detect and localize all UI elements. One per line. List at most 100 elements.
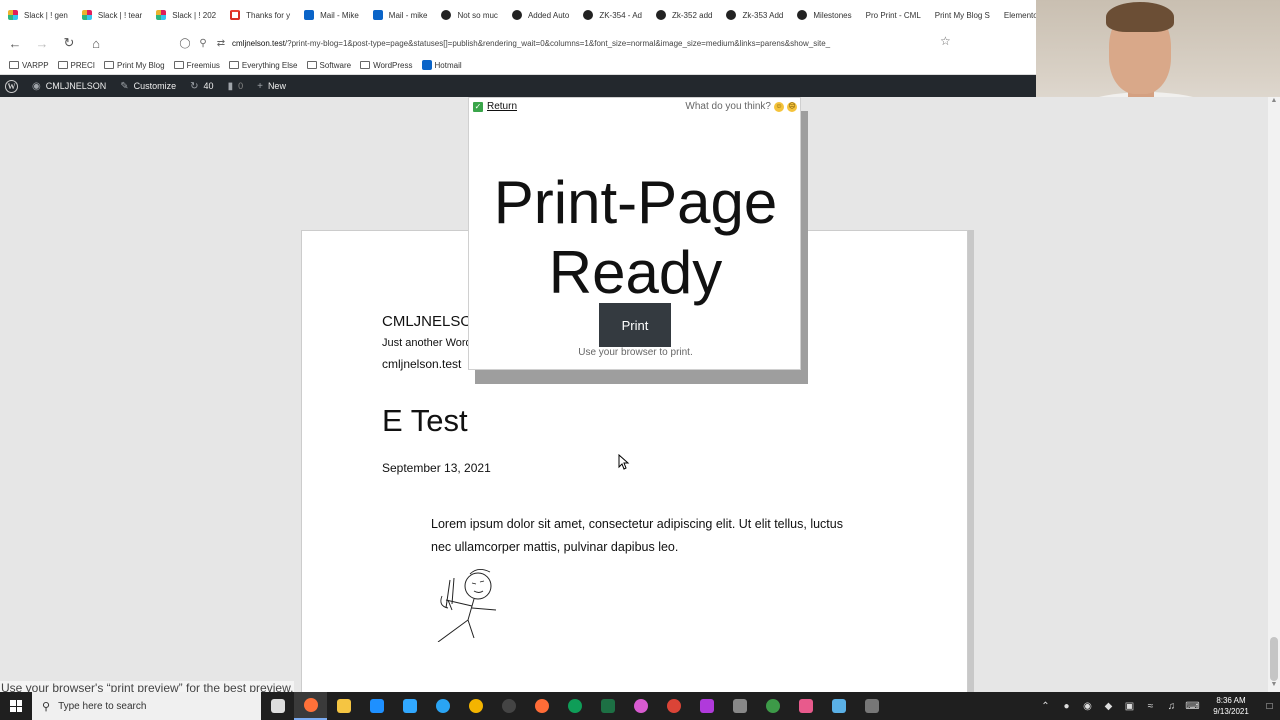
browser-tab[interactable]: Zk-352 add	[648, 0, 718, 30]
browser-tab[interactable]: Elementor	[996, 0, 1036, 30]
browser-nav-bar: ← → ↻ ⌂ ◯ ⚲ ⇄ cmljnelson.test/?print-my-…	[0, 30, 1036, 56]
github-icon	[797, 10, 808, 20]
admin-site-link[interactable]: ◉ CMLJNELSON	[32, 81, 106, 92]
taskbar-search-placeholder: Type here to search	[58, 700, 147, 712]
chrome-tray-icon[interactable]: ◉	[1077, 701, 1098, 712]
browser-tab[interactable]: Added Auto	[504, 0, 575, 30]
photoshop-taskbar-icon[interactable]	[393, 692, 426, 720]
browser-tab[interactable]: Mail - mike	[365, 0, 434, 30]
excel-icon	[600, 699, 615, 713]
browser-tab[interactable]: Print My Blog S	[927, 0, 996, 30]
browser-tab-bar: Slack | ! gen Slack | ! tear Slack | ! 202…	[0, 0, 1036, 30]
browser-tab-label: Thanks for y	[246, 10, 291, 20]
network-taskbar-icon[interactable]	[822, 692, 855, 720]
chrome-canary-taskbar-icon[interactable]	[459, 692, 492, 720]
phpstorm-taskbar-icon[interactable]	[690, 692, 723, 720]
browser-tab[interactable]: Slack | ! tear	[74, 0, 148, 30]
keyboard-icon[interactable]: ⌨	[1182, 701, 1203, 712]
scroll-up-icon[interactable]: ▲	[1268, 97, 1280, 104]
bookmark-item[interactable]: VARPP	[9, 61, 49, 70]
permissions-icon[interactable]: ⇄	[214, 38, 228, 49]
admin-updates-link[interactable]: ↻ 40	[190, 81, 213, 92]
notepad-taskbar-icon[interactable]	[789, 692, 822, 720]
bookmark-item[interactable]: PRECI	[57, 61, 95, 70]
wifi-icon[interactable]: ≈	[1140, 701, 1161, 712]
admin-comments-link[interactable]: ▮ 0	[228, 81, 244, 92]
slack-icon	[81, 10, 92, 20]
edge-legacy-taskbar-icon[interactable]	[360, 692, 393, 720]
bookmark-item[interactable]: Software	[306, 61, 351, 70]
happy-emoji-icon[interactable]: ☺	[774, 101, 784, 112]
browser-tab-label: Slack | ! tear	[97, 10, 143, 20]
app-tray-icon[interactable]: ▣	[1119, 701, 1140, 712]
mouse-cursor-icon	[618, 454, 630, 470]
chrome-taskbar-icon[interactable]	[657, 692, 690, 720]
bookmark-item[interactable]: Hotmail	[421, 60, 462, 70]
obs-taskbar-icon[interactable]	[492, 692, 525, 720]
post-date: September 13, 2021	[382, 461, 491, 475]
bookmark-star-icon[interactable]: ☆	[940, 34, 951, 48]
url-text[interactable]: cmljnelson.test/?print-my-blog=1&post-ty…	[232, 39, 932, 48]
browser-tab[interactable]: Zk-353 Add	[718, 0, 789, 30]
clock[interactable]: 8:36 AM 9/13/2021	[1203, 695, 1259, 717]
browser-tab-label: Pro Print - CML	[865, 10, 921, 20]
dropbox-icon[interactable]: ◆	[1098, 701, 1119, 712]
browser-tab-label: Zk-353 Add	[742, 10, 784, 20]
back-button[interactable]: ←	[3, 31, 27, 55]
admin-customize-link[interactable]: ✎ Customize	[120, 81, 176, 92]
bookmark-item[interactable]: Everything Else	[228, 61, 298, 70]
wordpress-logo-icon[interactable]: W	[5, 79, 18, 93]
browser-tab-label: Mail - Mike	[320, 10, 359, 20]
browser-tab[interactable]: Slack | ! gen	[0, 0, 74, 30]
clock-time: 8:36 AM	[1216, 696, 1246, 705]
forward-button[interactable]: →	[30, 31, 54, 55]
browser-tab[interactable]: Milestones	[789, 0, 857, 30]
bookmark-item[interactable]: Print My Blog	[103, 61, 165, 70]
excel-taskbar-icon[interactable]	[591, 692, 624, 720]
browser-tab[interactable]: Pro Print - CML	[858, 0, 927, 30]
start-button[interactable]	[0, 692, 32, 720]
taskbar-search[interactable]: ⚲ Type here to search	[32, 692, 261, 720]
scroll-down-icon[interactable]: ▼	[1268, 681, 1280, 688]
notifications-icon[interactable]: □	[1259, 701, 1280, 712]
browser-tab[interactable]: Thanks for y	[222, 0, 296, 30]
sad-emoji-icon[interactable]: ☹	[787, 101, 797, 112]
browser-tab[interactable]: Not so muc	[433, 0, 503, 30]
volume-icon[interactable]: ♫	[1161, 701, 1182, 712]
books-taskbar-icon[interactable]	[723, 692, 756, 720]
show-hidden-icons[interactable]: ⌃	[1035, 701, 1056, 712]
page-viewport: CMLJNELSON Just another WordPress site c…	[0, 97, 1268, 700]
return-link[interactable]: ✓ Return	[473, 101, 517, 112]
file-explorer-taskbar-icon[interactable]	[327, 692, 360, 720]
browser-tab[interactable]: Slack | ! 202	[148, 0, 222, 30]
edge-taskbar-icon[interactable]	[558, 692, 591, 720]
itunes-taskbar-icon[interactable]	[624, 692, 657, 720]
browser-tab-label: Slack | ! 202	[172, 10, 217, 20]
print-hint: Use your browser to print.	[578, 347, 693, 358]
page-scrollbar[interactable]: ▲ ▼	[1268, 97, 1280, 692]
lock-icon[interactable]: ⚲	[196, 38, 210, 49]
system-tray: ⌃ ● ◉ ◆ ▣ ≈ ♫ ⌨ 8:36 AM 9/13/2021 □	[1035, 692, 1280, 720]
bookmark-item[interactable]: WordPress	[360, 61, 413, 70]
reload-button[interactable]: ↻	[57, 31, 81, 55]
folder-icon	[228, 61, 239, 69]
hs-taskbar-icon[interactable]	[756, 692, 789, 720]
uplay-taskbar-icon[interactable]	[426, 692, 459, 720]
home-button[interactable]: ⌂	[84, 31, 108, 55]
post-title: E Test	[382, 403, 468, 438]
misc-taskbar-icon[interactable]	[855, 692, 888, 720]
phpstorm-icon	[699, 699, 714, 713]
shield-icon[interactable]: ◯	[178, 38, 192, 49]
browser-tab[interactable]: Mail - Mike	[296, 0, 365, 30]
bookmark-item[interactable]: Freemius	[173, 61, 220, 70]
browser-tab[interactable]: ZK-354 - Ad	[575, 0, 648, 30]
task-view-taskbar-icon[interactable]	[261, 692, 294, 720]
bookmark-label: Hotmail	[434, 60, 462, 70]
firefox-taskbar-icon[interactable]	[294, 692, 327, 720]
microphone-icon[interactable]: ●	[1056, 701, 1077, 712]
scrollbar-thumb[interactable]	[1270, 637, 1278, 681]
print-button[interactable]: Print	[599, 303, 671, 347]
postman-taskbar-icon[interactable]	[525, 692, 558, 720]
address-bar[interactable]: ◯ ⚲ ⇄ cmljnelson.test/?print-my-blog=1&p…	[178, 32, 958, 54]
admin-new-link[interactable]: + New	[257, 81, 286, 92]
